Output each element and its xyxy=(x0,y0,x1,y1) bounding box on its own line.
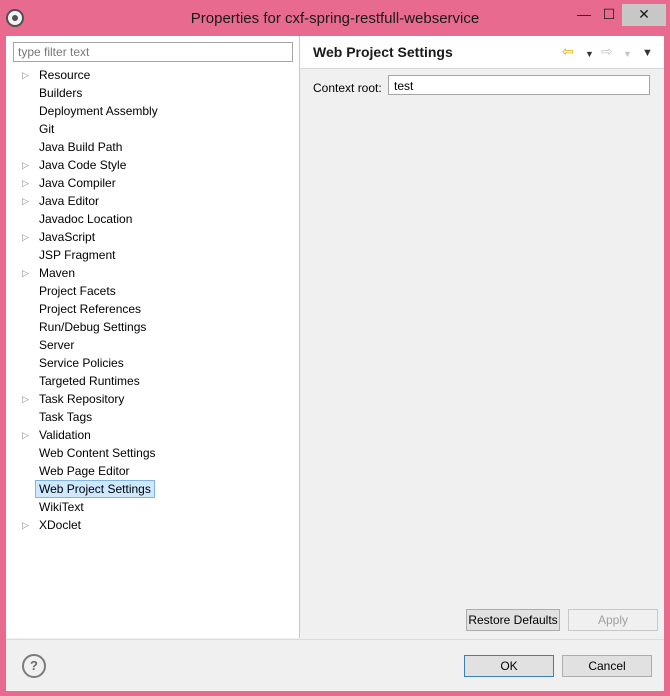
forward-menu-icon[interactable]: ▼ xyxy=(623,46,632,62)
tree-item-label: Web Project Settings xyxy=(35,480,155,498)
context-root-input[interactable]: test xyxy=(388,75,650,95)
navigation-panel: type filter text ▷ Resource Builders Deploy… xyxy=(6,36,300,638)
tree-item-label: Javadoc Location xyxy=(39,212,133,226)
help-icon[interactable]: ? xyxy=(22,654,46,678)
context-root-label: Context root: xyxy=(313,81,382,95)
tree-item[interactable]: ▷ Resource xyxy=(6,66,299,84)
tree-item[interactable]: Deployment Assembly xyxy=(6,102,299,120)
button-bar: ? OK Cancel xyxy=(6,639,664,691)
title-bar: Properties for cxf-spring-restfull-webse… xyxy=(0,0,670,36)
tree-item-label: Server xyxy=(39,338,75,352)
view-menu-icon[interactable]: ▼ xyxy=(642,45,653,61)
tree-item[interactable]: ▷ Validation xyxy=(6,426,299,444)
expand-arrow-icon[interactable]: ▷ xyxy=(22,390,32,408)
apply-button[interactable]: Apply xyxy=(568,609,658,631)
expand-arrow-icon[interactable]: ▷ xyxy=(22,228,32,246)
expand-arrow-icon[interactable]: ▷ xyxy=(22,174,32,192)
tree-item[interactable]: ▷ XDoclet xyxy=(6,516,299,534)
tree-item-label: Web Page Editor xyxy=(39,464,130,478)
back-menu-icon[interactable]: ▼ xyxy=(585,46,594,62)
tree-item[interactable]: JSP Fragment xyxy=(6,246,299,264)
tree-item-label: WikiText xyxy=(39,500,84,514)
expand-arrow-icon[interactable]: ▷ xyxy=(22,516,32,534)
tree-item-label: Java Build Path xyxy=(39,140,123,154)
tree-item-label: Java Compiler xyxy=(39,176,116,190)
tree-item-label: JavaScript xyxy=(39,230,96,244)
expand-arrow-icon[interactable]: ▷ xyxy=(22,264,32,282)
page-title: Web Project Settings xyxy=(313,44,453,60)
tree-item-label: Validation xyxy=(39,428,91,442)
minimize-button[interactable]: — xyxy=(573,4,595,26)
tree-item[interactable]: Run/Debug Settings xyxy=(6,318,299,336)
expand-arrow-icon[interactable]: ▷ xyxy=(22,66,32,84)
tree-item-label: XDoclet xyxy=(39,518,82,532)
tree-item[interactable]: Web Content Settings xyxy=(6,444,299,462)
page-panel: Web Project Settings ⇦ ▼ ⇨ ▼ ▼ Context r… xyxy=(300,36,664,638)
ok-button[interactable]: OK xyxy=(464,655,554,677)
dialog-body: type filter text ▷ Resource Builders Deploy… xyxy=(6,36,664,691)
tree-item-label: Java Editor xyxy=(39,194,100,208)
expand-arrow-icon[interactable]: ▷ xyxy=(22,426,32,444)
tree-item-label: JSP Fragment xyxy=(39,248,116,262)
tree-item[interactable]: ▷ Task Repository xyxy=(6,390,299,408)
properties-tree: ▷ Resource Builders Deployment Assembly Git J… xyxy=(6,66,299,534)
page-header: Web Project Settings ⇦ ▼ ⇨ ▼ ▼ xyxy=(300,36,664,69)
tree-item[interactable]: Java Build Path xyxy=(6,138,299,156)
expand-arrow-icon[interactable]: ▷ xyxy=(22,192,32,210)
tree-item[interactable]: Web Page Editor xyxy=(6,462,299,480)
tree-item[interactable]: ▷ JavaScript xyxy=(6,228,299,246)
tree-item-label: Targeted Runtimes xyxy=(39,374,140,388)
tree-item[interactable]: WikiText xyxy=(6,498,299,516)
tree-item[interactable]: Task Tags xyxy=(6,408,299,426)
forward-icon[interactable]: ⇨ xyxy=(601,43,613,59)
tree-item[interactable]: ▷ Java Compiler xyxy=(6,174,299,192)
tree-item[interactable]: Builders xyxy=(6,84,299,102)
tree-item[interactable]: Web Project Settings xyxy=(6,480,299,498)
back-icon[interactable]: ⇦ xyxy=(562,43,574,59)
tree-item[interactable]: ▷ Java Code Style xyxy=(6,156,299,174)
tree-item-label: Maven xyxy=(39,266,76,280)
expand-arrow-icon[interactable]: ▷ xyxy=(22,156,32,174)
tree-item-label: Builders xyxy=(39,86,83,100)
tree-item[interactable]: Server xyxy=(6,336,299,354)
tree-item[interactable]: Service Policies xyxy=(6,354,299,372)
window-title: Properties for cxf-spring-restfull-webse… xyxy=(190,10,480,27)
tree-item-label: Service Policies xyxy=(39,356,124,370)
tree-item[interactable]: Project References xyxy=(6,300,299,318)
restore-defaults-button[interactable]: Restore Defaults xyxy=(466,609,560,631)
maximize-button[interactable]: ☐ xyxy=(598,4,620,26)
filter-input[interactable]: type filter text xyxy=(13,42,293,62)
cancel-button[interactable]: Cancel xyxy=(562,655,652,677)
tree-item[interactable]: ▷ Maven xyxy=(6,264,299,282)
tree-item[interactable]: Javadoc Location xyxy=(6,210,299,228)
tree-item-label: Project Facets xyxy=(39,284,116,298)
tree-item-label: Task Tags xyxy=(39,410,93,424)
tree-item-label: Git xyxy=(39,122,55,136)
tree-item-label: Deployment Assembly xyxy=(39,104,158,118)
tree-item[interactable]: ▷ Java Editor xyxy=(6,192,299,210)
tree-item-label: Project References xyxy=(39,302,142,316)
tree-item-label: Task Repository xyxy=(39,392,125,406)
tree-item-label: Web Content Settings xyxy=(39,446,156,460)
tree-item-label: Run/Debug Settings xyxy=(39,320,147,334)
tree-item[interactable]: Targeted Runtimes xyxy=(6,372,299,390)
close-button[interactable]: ✕ xyxy=(622,4,666,26)
tree-item[interactable]: Git xyxy=(6,120,299,138)
tree-item-label: Resource xyxy=(39,68,91,82)
tree-item[interactable]: Project Facets xyxy=(6,282,299,300)
tree-item-label: Java Code Style xyxy=(39,158,127,172)
